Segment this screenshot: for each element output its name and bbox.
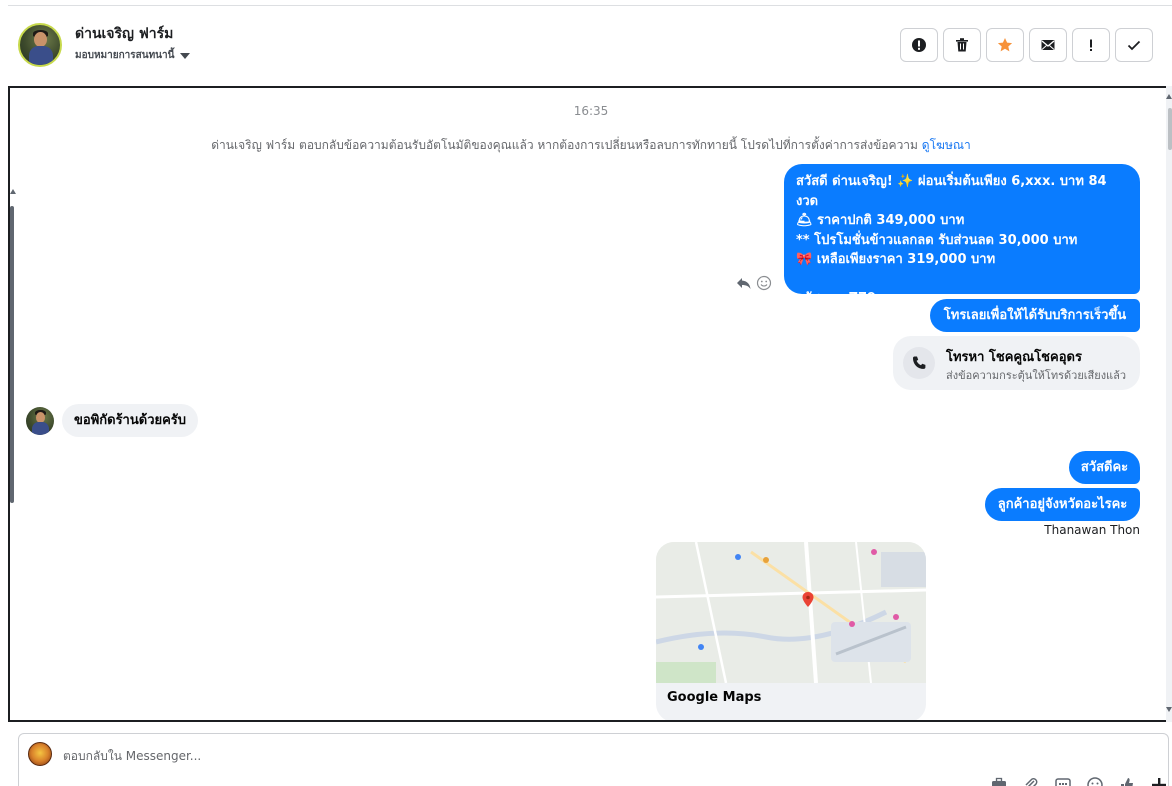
reply-composer[interactable]: ตอบกลับใน Messenger... (18, 733, 1169, 786)
outgoing-promo-message[interactable]: สวัสดี ด่านเจริญ! ✨ ผ่อนเริ่มต้นเพียง 6,… (784, 164, 1140, 306)
attachment-icon[interactable] (1022, 776, 1040, 786)
conversation-header: ด่านเจริญ ฟาร์ม มอบหมายการสนทนานี้ (8, 6, 1172, 84)
left-scroll-arrow-icon (10, 189, 16, 194)
envelope-icon (1041, 40, 1055, 50)
trash-icon (956, 38, 968, 52)
right-scrollbar-track[interactable] (1166, 86, 1172, 722)
outgoing-province-question[interactable]: ลูกค้าอยู่จังหวัดอะไรคะ (985, 488, 1140, 521)
header-actions (900, 28, 1153, 62)
map-label: Google Maps (667, 690, 762, 705)
map-attachment[interactable]: Google Maps (656, 542, 926, 720)
auto-reply-notice: ด่านเจริญ ฟาร์ม ตอบกลับข้อความต้อนรับอัต… (10, 136, 1172, 155)
check-icon (1127, 40, 1141, 51)
call-card-title: โทรหา โชคคูณโชคอุดร (946, 350, 1082, 365)
like-icon[interactable] (1118, 776, 1136, 786)
assign-label: มอบหมายการสนทนานี้ (75, 50, 175, 61)
right-scrollbar-thumb[interactable] (1168, 108, 1172, 150)
exclamation-icon (1090, 39, 1092, 51)
alert-circle-icon (912, 38, 926, 52)
view-ad-link[interactable]: ดูโฆษณา (922, 138, 971, 152)
mark-unread-button[interactable] (1029, 28, 1067, 62)
emoji-icon[interactable] (1086, 776, 1104, 786)
saved-reply-icon[interactable] (1054, 776, 1072, 786)
briefcase-icon[interactable] (990, 776, 1008, 786)
caret-down-icon (180, 52, 191, 59)
incoming-message[interactable]: ขอพิกัดร้านด้วยครับ (62, 404, 199, 437)
map-preview-image (656, 542, 926, 683)
call-card-subtitle: ส่งข้อความกระตุ้นให้โทรด้วยเสียงแล้ว (946, 369, 1127, 382)
call-request-card[interactable]: โทรหา โชคคูณโชคอุดร ส่งข้อความกระตุ้นให้… (893, 336, 1140, 390)
contact-avatar[interactable] (18, 23, 62, 67)
outgoing-greeting-message[interactable]: สวัสดีคะ (1069, 451, 1140, 484)
spam-button[interactable] (900, 28, 938, 62)
reply-input[interactable]: ตอบกลับใน Messenger... (63, 747, 201, 766)
sender-name: Thanawan Thon (1044, 523, 1140, 537)
phone-icon (903, 347, 935, 379)
smiley-icon[interactable] (756, 275, 772, 291)
add-icon[interactable] (1150, 776, 1168, 786)
composer-toolbar (990, 776, 1168, 786)
notice-text: ด่านเจริญ ฟาร์ม ตอบกลับข้อความต้อนรับอัต… (211, 138, 918, 152)
scroll-up-arrow-icon[interactable] (1166, 94, 1172, 99)
reply-icon[interactable] (736, 275, 752, 291)
star-button[interactable] (986, 28, 1024, 62)
page-avatar (28, 742, 52, 766)
message-hover-actions (736, 275, 772, 291)
contact-avatar-small[interactable] (26, 407, 54, 435)
outgoing-call-prompt-message[interactable]: โทรเลยเพื่อให้ได้รับบริการเร็วขึ้น (930, 299, 1140, 332)
left-scrollbar[interactable] (10, 206, 14, 503)
star-icon (997, 38, 1013, 52)
message-thread[interactable]: 16:35 ด่านเจริญ ฟาร์ม ตอบกลับข้อความต้อน… (8, 86, 1172, 722)
delete-button[interactable] (943, 28, 981, 62)
follow-up-button[interactable] (1072, 28, 1110, 62)
assign-conversation-dropdown[interactable]: มอบหมายการสนทนานี้ (75, 48, 191, 63)
scroll-down-arrow-icon[interactable] (1166, 707, 1172, 712)
contact-name[interactable]: ด่านเจริญ ฟาร์ม (75, 23, 173, 45)
message-timestamp: 16:35 (573, 104, 609, 118)
done-button[interactable] (1115, 28, 1153, 62)
